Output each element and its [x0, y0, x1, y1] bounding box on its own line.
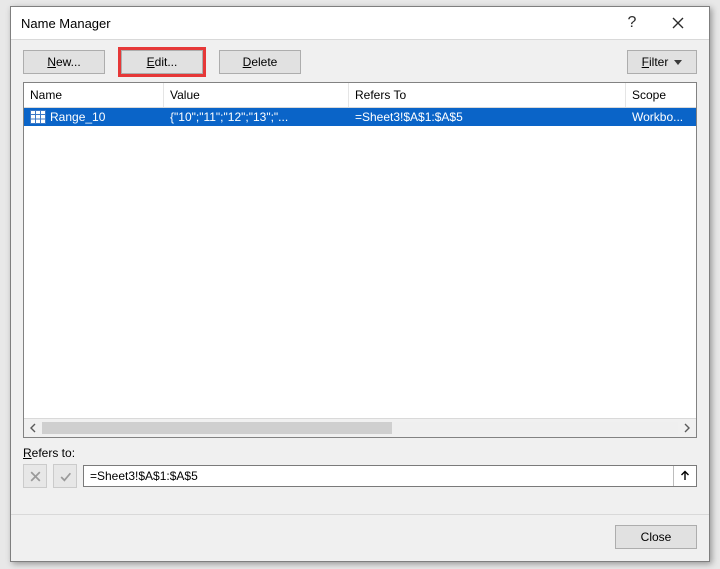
scroll-right-icon[interactable] [678, 419, 696, 437]
column-header-refers[interactable]: Refers To [349, 83, 626, 107]
scrollbar-thumb[interactable] [42, 422, 392, 434]
delete-button-key: D [243, 55, 252, 69]
delete-button[interactable]: Delete [219, 50, 301, 74]
x-icon [29, 470, 42, 483]
cancel-edit-button[interactable] [23, 464, 47, 488]
close-window-button[interactable] [655, 7, 701, 39]
table-row[interactable]: Range_10 {"10";"11";"12";"13";"... =Shee… [24, 108, 696, 126]
list-body[interactable]: Range_10 {"10";"11";"12";"13";"... =Shee… [24, 108, 696, 418]
range-picker-button[interactable] [673, 466, 696, 486]
refers-to-input[interactable] [84, 466, 673, 486]
dialog-footer: Close [11, 514, 709, 561]
filter-button-key: F [642, 55, 649, 69]
commit-edit-button[interactable] [53, 464, 77, 488]
column-header-scope[interactable]: Scope [626, 83, 696, 107]
dialog-title: Name Manager [21, 16, 609, 31]
filter-button[interactable]: Filter [627, 50, 697, 74]
refers-to-input-group [83, 465, 697, 487]
row-refers: =Sheet3!$A$1:$A$5 [349, 108, 626, 126]
refers-to-label: Refers to: [23, 446, 697, 460]
edit-button[interactable]: Edit... [121, 50, 203, 74]
scrollbar-track[interactable] [42, 422, 678, 434]
row-scope: Workbo... [626, 108, 696, 126]
edit-button-key: E [147, 55, 155, 69]
refers-to-section: Refers to: [11, 444, 709, 498]
named-range-icon [30, 110, 46, 124]
names-list: Name Value Refers To Scope Range_10 {"10… [23, 82, 697, 438]
new-button-key: N [47, 55, 56, 69]
row-value: {"10";"11";"12";"13";"... [164, 108, 349, 126]
column-header-name[interactable]: Name [24, 83, 164, 107]
list-header[interactable]: Name Value Refers To Scope [24, 83, 696, 108]
help-button[interactable]: ? [609, 7, 655, 39]
check-icon [59, 470, 72, 483]
close-icon [672, 17, 684, 29]
column-header-value[interactable]: Value [164, 83, 349, 107]
collapse-dialog-icon [679, 470, 691, 482]
new-button[interactable]: New... [23, 50, 105, 74]
row-name: Range_10 [50, 110, 105, 124]
chevron-down-icon [674, 60, 682, 65]
toolbar: New... Edit... Delete Filter [11, 40, 709, 82]
titlebar: Name Manager ? [11, 7, 709, 40]
horizontal-scrollbar[interactable] [24, 418, 696, 437]
name-manager-dialog: Name Manager ? New... Edit... Delete Fil… [10, 6, 710, 562]
scroll-left-icon[interactable] [24, 419, 42, 437]
close-button[interactable]: Close [615, 525, 697, 549]
